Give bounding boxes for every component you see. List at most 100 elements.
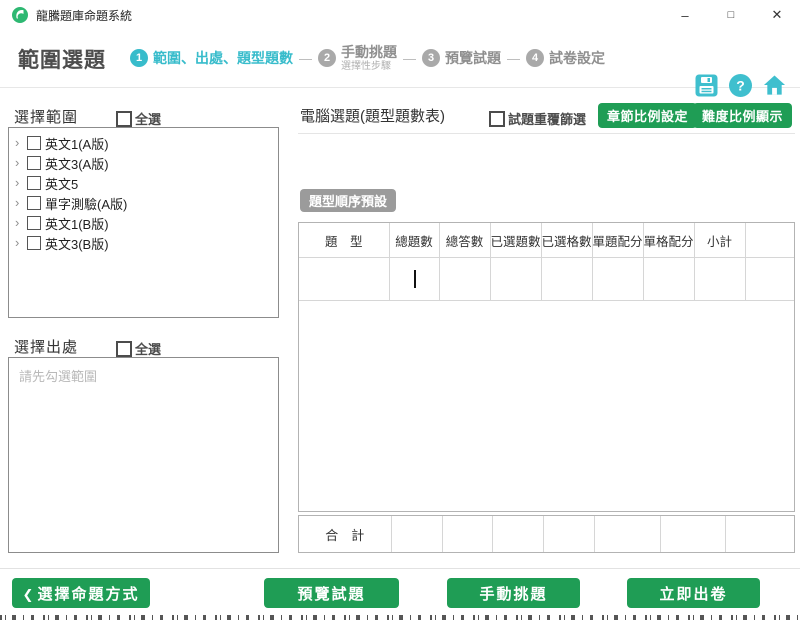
step-separator: — (403, 51, 416, 66)
step-2-number: 2 (318, 49, 336, 67)
back-button-label: 選擇命題方式 (37, 586, 139, 603)
manual-pick-button[interactable]: 手動挑題 (447, 578, 580, 608)
source-list-panel[interactable]: 請先勾選範圍 (8, 357, 279, 553)
text-caret (414, 270, 416, 288)
cell-selected-blanks[interactable] (541, 258, 592, 301)
close-button[interactable]: ✕ (754, 0, 800, 30)
checkbox-icon[interactable] (27, 236, 41, 250)
page-header: 範圍選題 1 範圍、出處、題型題數 — 2 手動挑題 選擇性步驟 — 3 預覽試… (0, 30, 800, 88)
wizard-steps: 1 範圍、出處、題型題數 — 2 手動挑題 選擇性步驟 — 3 預覽試題 — 4… (130, 45, 605, 71)
step-2-manual-pick[interactable]: 2 手動挑題 選擇性步驟 (318, 45, 397, 71)
chevron-right-icon[interactable]: › (15, 196, 27, 209)
background-window-clipped-text (0, 614, 800, 623)
step-1-range[interactable]: 1 範圍、出處、題型題數 (130, 48, 293, 68)
col-header-total-answers: 總答數 (439, 223, 490, 258)
table-header-row: 題 型 總題數 總答數 已選題數 已選格數 單題配分 單格配分 小計 (299, 223, 794, 258)
maximize-button[interactable]: □ (708, 0, 754, 30)
col-header-total-questions: 總題數 (389, 223, 439, 258)
step-3-preview[interactable]: 3 預覽試題 (422, 48, 501, 68)
cell-points-per-question[interactable] (592, 258, 643, 301)
save-icon[interactable] (695, 74, 718, 97)
footer-divider (0, 568, 800, 569)
totals-label: 合 計 (299, 516, 391, 552)
question-type-table: 題 型 總題數 總答數 已選題數 已選格數 單題配分 單格配分 小計 (298, 222, 795, 512)
chevron-right-icon[interactable]: › (15, 136, 27, 149)
app-logo-icon (12, 7, 28, 23)
range-section-title: 選擇範圍 (14, 106, 78, 127)
tree-item-label: 英文3(B版) (45, 234, 109, 253)
tree-item-vocab-a[interactable]: › 單字測驗(A版) (9, 193, 278, 213)
checkbox-icon[interactable] (27, 156, 41, 170)
tree-item-label: 英文5 (45, 174, 78, 193)
tree-item-eng1a[interactable]: › 英文1(A版) (9, 133, 278, 153)
chevron-right-icon[interactable]: › (15, 156, 27, 169)
difficulty-ratio-button[interactable]: 難度比例顯示 (693, 103, 792, 128)
step-separator: — (299, 51, 312, 66)
page-title: 範圍選題 (18, 44, 106, 74)
tree-item-eng3a[interactable]: › 英文3(A版) (9, 153, 278, 173)
step-3-label: 預覽試題 (445, 48, 501, 68)
col-header-points-per-blank: 單格配分 (643, 223, 694, 258)
range-select-all-label: 全選 (135, 109, 161, 128)
generate-paper-button[interactable]: 立即出卷 (627, 578, 760, 608)
checkbox-icon (116, 341, 132, 357)
step-4-number: 4 (526, 49, 544, 67)
totals-cell (594, 516, 660, 552)
tree-item-eng1b[interactable]: › 英文1(B版) (9, 213, 278, 233)
duplicate-filter-label: 試題重覆篩選 (508, 109, 586, 128)
svg-text:?: ? (736, 78, 745, 94)
checkbox-icon[interactable] (27, 216, 41, 230)
totals-cell (725, 516, 794, 552)
chevron-right-icon[interactable]: › (15, 216, 27, 229)
step-3-number: 3 (422, 49, 440, 67)
checkbox-icon[interactable] (27, 136, 41, 150)
chevron-left-icon: ❮ (23, 587, 34, 602)
help-icon[interactable]: ? (729, 74, 752, 97)
checkbox-icon[interactable] (27, 196, 41, 210)
totals-cell (492, 516, 543, 552)
step-1-number: 1 (130, 49, 148, 67)
cell-subtotal[interactable] (694, 258, 745, 301)
cell-question-type[interactable] (299, 258, 389, 301)
totals-cell (391, 516, 442, 552)
tree-item-eng5[interactable]: › 英文5 (9, 173, 278, 193)
cell-total-questions-input[interactable] (389, 258, 439, 301)
checkbox-icon (116, 111, 132, 127)
cell-selected-questions[interactable] (490, 258, 541, 301)
table-row (299, 258, 794, 301)
chevron-right-icon[interactable]: › (15, 176, 27, 189)
checkbox-icon[interactable] (27, 176, 41, 190)
totals-cell (442, 516, 492, 552)
step-4-paper-settings[interactable]: 4 試卷設定 (526, 48, 605, 68)
tree-item-label: 英文3(A版) (45, 154, 109, 173)
duplicate-filter-checkbox[interactable]: 試題重覆篩選 (489, 109, 586, 128)
totals-table: 合 計 (298, 515, 795, 553)
chapter-ratio-button[interactable]: 章節比例設定 (598, 103, 697, 128)
cell-points-per-blank[interactable] (643, 258, 694, 301)
chevron-right-icon[interactable]: › (15, 236, 27, 249)
range-select-all-checkbox[interactable]: 全選 (116, 109, 161, 128)
range-tree-panel: › 英文1(A版) › 英文3(A版) › 英文5 › 單字測驗(A版) › 英… (8, 127, 279, 318)
question-type-order-preset-button[interactable]: 題型順序預設 (300, 189, 396, 212)
col-header-selected-questions: 已選題數 (490, 223, 541, 258)
preview-questions-button[interactable]: 預覽試題 (264, 578, 399, 608)
minimize-button[interactable]: – (662, 0, 708, 30)
cell-empty[interactable] (745, 258, 794, 301)
source-select-all-checkbox[interactable]: 全選 (116, 339, 161, 358)
header-action-icons: ? (695, 74, 786, 97)
col-header-selected-blanks: 已選格數 (541, 223, 592, 258)
step-1-label: 範圍、出處、題型題數 (153, 48, 293, 68)
app-window: 龍騰題庫命題系統 – □ ✕ 範圍選題 1 範圍、出處、題型題數 — 2 手動挑… (0, 0, 800, 623)
cell-total-answers[interactable] (439, 258, 490, 301)
col-header-question-type: 題 型 (299, 223, 389, 258)
back-to-method-button[interactable]: ❮選擇命題方式 (12, 578, 150, 608)
source-placeholder-text: 請先勾選範圍 (19, 366, 268, 385)
tree-item-eng3b[interactable]: › 英文3(B版) (9, 233, 278, 253)
source-section-title: 選擇出處 (14, 336, 78, 357)
right-panel-divider (298, 133, 795, 134)
source-select-all-label: 全選 (135, 339, 161, 358)
window-title: 龍騰題庫命題系統 (36, 7, 132, 24)
tree-item-label: 英文1(A版) (45, 134, 109, 153)
home-icon[interactable] (763, 74, 786, 97)
totals-cell (660, 516, 725, 552)
